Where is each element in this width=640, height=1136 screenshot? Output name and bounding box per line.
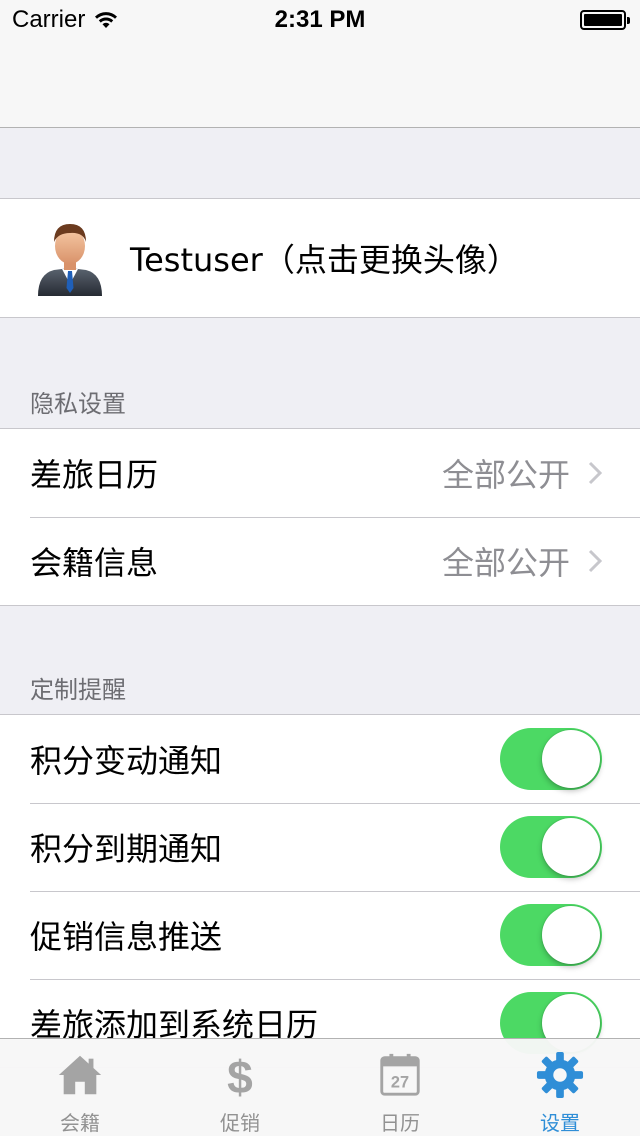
tab-bar: 会籍 $ 促销 27 日历 设置 — [0, 1038, 640, 1136]
svg-text:$: $ — [227, 1051, 253, 1099]
profile-section: Testuser（点击更换头像） — [0, 198, 640, 318]
status-bar: Carrier 2:31 PM — [0, 0, 640, 40]
tab-label: 日历 — [380, 1111, 420, 1135]
row-label: 促销信息推送 — [30, 918, 223, 956]
privacy-section: 差旅日历 全部公开 会籍信息 全部公开 — [0, 428, 640, 606]
row-label: 积分变动通知 — [30, 742, 223, 780]
row-label: 差旅日历 — [30, 456, 159, 494]
reminders-section-header: 定制提醒 — [30, 676, 126, 704]
reminder-row-points-expiry: 积分到期通知 — [0, 803, 640, 891]
row-label: 积分到期通知 — [30, 830, 223, 868]
navigation-bar — [0, 40, 640, 128]
user-avatar-icon[interactable] — [34, 218, 106, 298]
points-change-toggle[interactable] — [500, 728, 602, 790]
reminder-row-points-change: 积分变动通知 — [0, 715, 640, 803]
points-expiry-toggle[interactable] — [500, 816, 602, 878]
privacy-row-membership-info[interactable]: 会籍信息 全部公开 — [0, 517, 640, 605]
row-value: 全部公开 — [441, 456, 570, 494]
calendar-day-number: 27 — [391, 1073, 409, 1091]
row-label: 会籍信息 — [30, 544, 159, 582]
dollar-icon: $ — [227, 1051, 253, 1099]
reminder-row-promotion-push: 促销信息推送 — [0, 891, 640, 979]
chevron-right-icon — [588, 461, 602, 485]
status-time: 2:31 PM — [274, 6, 366, 33]
tab-label: 设置 — [540, 1111, 580, 1135]
tab-calendar[interactable]: 27 日历 — [320, 1039, 480, 1136]
battery-icon — [580, 10, 630, 30]
tab-label: 会籍 — [60, 1111, 100, 1135]
profile-row[interactable]: Testuser（点击更换头像） — [0, 199, 640, 317]
tab-label: 促销 — [220, 1111, 260, 1135]
privacy-section-header: 隐私设置 — [30, 390, 126, 418]
chevron-right-icon — [588, 549, 602, 573]
gear-icon — [536, 1051, 584, 1099]
tab-promotions[interactable]: $ 促销 — [160, 1039, 320, 1136]
profile-name: Testuser（点击更换头像） — [130, 241, 519, 279]
calendar-icon: 27 — [380, 1053, 420, 1096]
privacy-row-travel-calendar[interactable]: 差旅日历 全部公开 — [0, 429, 640, 517]
row-value: 全部公开 — [441, 544, 570, 582]
home-icon — [58, 1055, 102, 1095]
tab-settings[interactable]: 设置 — [480, 1039, 640, 1136]
tab-membership[interactable]: 会籍 — [0, 1039, 160, 1136]
reminders-section: 积分变动通知 积分到期通知 促销信息推送 差旅添加到系统日历 — [0, 714, 640, 1068]
promotion-push-toggle[interactable] — [500, 904, 602, 966]
